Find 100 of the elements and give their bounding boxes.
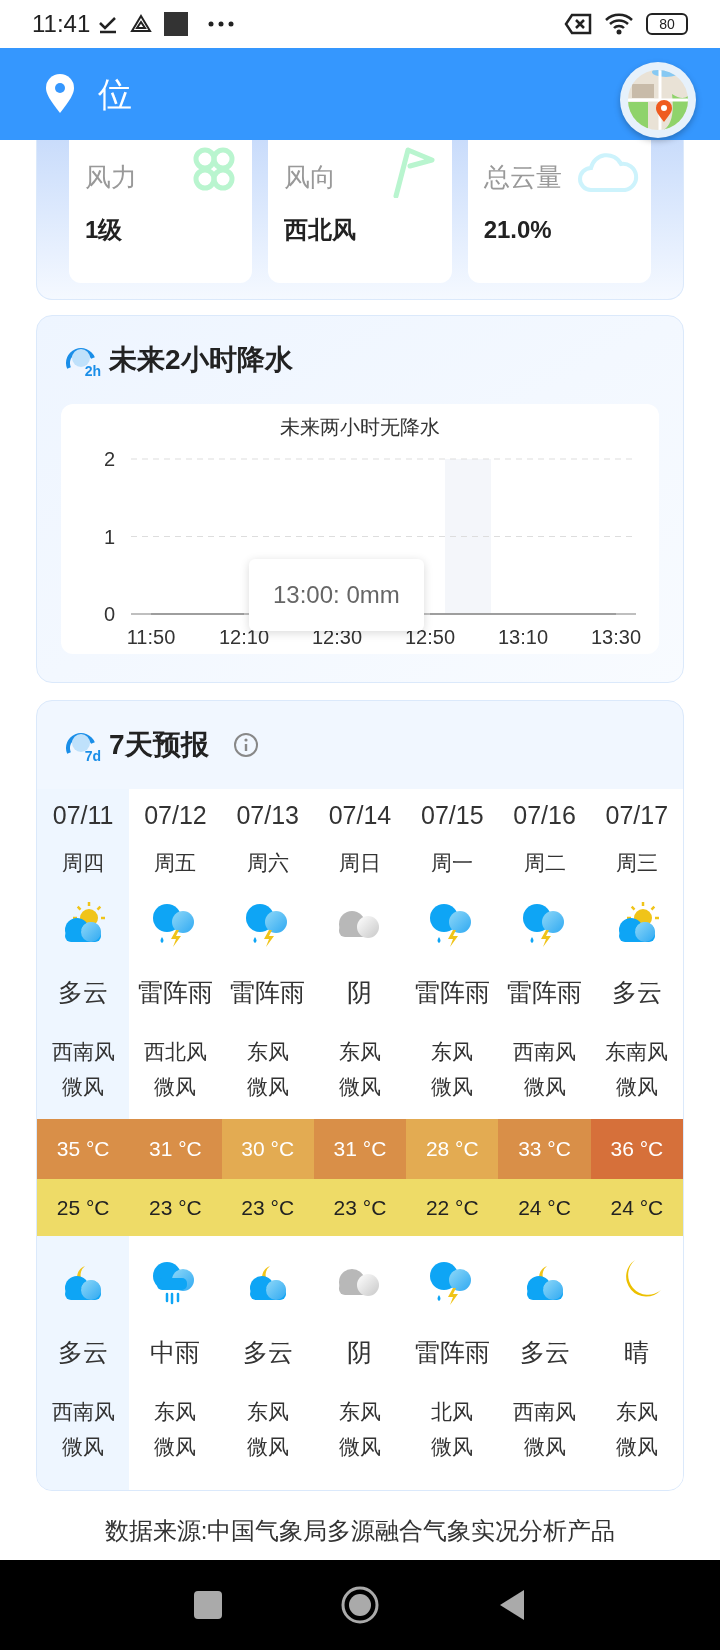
tile-value: 21.0% — [483, 218, 553, 242]
night-weather: 多云 — [242, 1337, 293, 1368]
low-temperature: 23 °C — [129, 1179, 222, 1236]
forecast-date: 07/11 — [52, 800, 114, 831]
day-wind-direction: 西北风 — [143, 1038, 207, 1065]
location-name: 位 — [98, 73, 132, 115]
high-temperature: 36 °C — [590, 1119, 683, 1179]
tile-label: 风向 — [284, 164, 337, 190]
night-weather: 多云 — [58, 1337, 109, 1368]
forecast-weekday: 周日 — [339, 849, 381, 876]
info-icon — [232, 732, 259, 758]
day-column-top[interactable]: 07/12 周五 雷阵雨 西北风 微风 — [129, 789, 222, 1119]
day-column-top[interactable]: 07/14 周日 阴 东风 微风 — [313, 789, 407, 1119]
day-wind-level: 微风 — [62, 1074, 105, 1100]
high-temperature: 35 °C — [37, 1119, 130, 1179]
night-wind-level: 微风 — [339, 1434, 381, 1460]
low-temperature: 23 °C — [221, 1179, 314, 1236]
location-pin-icon — [44, 74, 76, 114]
day-wind-level: 微风 — [154, 1074, 197, 1100]
forecast-weekday: 周一 — [431, 849, 474, 876]
day-wind-level: 微风 — [523, 1074, 566, 1100]
map-icon — [626, 68, 690, 132]
night-wind-level: 微风 — [523, 1434, 566, 1460]
no-sim-icon — [564, 13, 592, 35]
night-wind-direction: 东风 — [615, 1398, 658, 1425]
day-wind-level: 微风 — [431, 1074, 474, 1100]
day-weather: 多云 — [58, 977, 109, 1008]
day-wind-level: 微风 — [246, 1074, 289, 1100]
night-wind-direction: 北风 — [431, 1398, 474, 1425]
forecast-date: 07/14 — [328, 800, 392, 831]
day-weather: 阴 — [347, 977, 373, 1008]
day-wind-direction: 西南风 — [51, 1038, 115, 1065]
more-icon — [208, 21, 235, 27]
day-weather: 雷阵雨 — [414, 977, 490, 1008]
forecast-weekday: 周五 — [154, 849, 197, 876]
section-title: 7天预报 — [109, 728, 209, 762]
tile-label: 总云量 — [483, 164, 562, 190]
x-tick: 13:30 — [590, 626, 642, 648]
chart-tooltip: 13:00: 0mm — [249, 559, 424, 631]
forecast-date: 07/15 — [421, 800, 484, 831]
low-temperature: 22 °C — [406, 1179, 499, 1236]
map-button[interactable] — [620, 62, 696, 138]
high-temperature: 31 °C — [313, 1119, 407, 1179]
tile-value: 1级 — [85, 218, 124, 242]
day-column-top[interactable]: 07/13 周六 雷阵雨 东风 微风 — [221, 789, 314, 1119]
high-temperature: 31 °C — [129, 1119, 222, 1179]
day-weather: 雷阵雨 — [507, 977, 583, 1008]
night-weather: 晴 — [624, 1337, 650, 1368]
day-wind-direction: 西南风 — [513, 1038, 577, 1065]
night-weather: 雷阵雨 — [414, 1337, 490, 1368]
high-temperature: 30 °C — [221, 1119, 314, 1179]
day-weather: 雷阵雨 — [230, 977, 306, 1008]
x-tick: 11:50 — [126, 626, 176, 648]
triangle-icon — [130, 14, 153, 34]
forecast-date: 07/12 — [144, 800, 207, 831]
back-button[interactable] — [498, 1588, 526, 1622]
high-temperature: 33 °C — [498, 1119, 591, 1179]
day-wind-direction: 东风 — [339, 1038, 381, 1065]
forecast-date: 07/13 — [236, 800, 299, 831]
low-temperature: 25 °C — [37, 1179, 130, 1236]
night-weather: 阴 — [347, 1337, 373, 1368]
status-time: 11:41 — [32, 9, 91, 39]
y-tick: 0 — [103, 603, 115, 625]
chart-title: 未来两小时无降水 — [279, 415, 441, 440]
night-wind-direction: 东风 — [246, 1398, 289, 1425]
night-weather: 中雨 — [150, 1337, 201, 1368]
night-wind-level: 微风 — [431, 1434, 474, 1460]
night-wind-direction: 西南风 — [51, 1398, 115, 1425]
tile-value: 西北风 — [284, 218, 358, 242]
square-icon — [164, 12, 189, 36]
day-column-top[interactable]: 07/16 周二 雷阵雨 西南风 微风 — [498, 789, 591, 1119]
section-title: 未来2小时降水 — [109, 343, 293, 377]
forecast-date: 07/17 — [605, 800, 669, 831]
download-done-icon — [98, 14, 119, 34]
night-wind-level: 微风 — [615, 1434, 658, 1460]
day-wind-level: 微风 — [615, 1074, 658, 1100]
night-wind-level: 微风 — [154, 1434, 197, 1460]
night-wind-direction: 东风 — [339, 1398, 381, 1425]
forecast-weekday: 周六 — [246, 849, 289, 876]
y-tick: 2 — [103, 448, 115, 470]
wifi-icon — [604, 12, 634, 36]
night-wind-direction: 西南风 — [513, 1398, 577, 1425]
day-column-top[interactable]: 07/17 周三 多云 东南风 微风 — [590, 789, 683, 1119]
tile-label: 风力 — [85, 164, 137, 190]
low-temperature: 24 °C — [498, 1179, 591, 1236]
y-tick: 1 — [103, 525, 115, 548]
forecast-weekday: 周三 — [615, 849, 658, 876]
forecast-weekday: 周四 — [62, 849, 105, 876]
day-column-top[interactable]: 07/15 周一 雷阵雨 东风 微风 — [406, 789, 499, 1119]
forecast-weekday: 周二 — [523, 849, 566, 876]
forecast-date: 07/16 — [513, 800, 576, 831]
day-wind-level: 微风 — [339, 1074, 381, 1100]
home-button[interactable] — [340, 1585, 380, 1625]
night-wind-level: 微风 — [246, 1434, 289, 1460]
battery-indicator: 80 — [646, 13, 688, 35]
high-temperature: 28 °C — [406, 1119, 499, 1179]
night-wind-direction: 东风 — [154, 1398, 197, 1425]
day-wind-direction: 东风 — [431, 1038, 474, 1065]
day-weather: 多云 — [611, 977, 662, 1008]
day-wind-direction: 东南风 — [605, 1038, 669, 1065]
